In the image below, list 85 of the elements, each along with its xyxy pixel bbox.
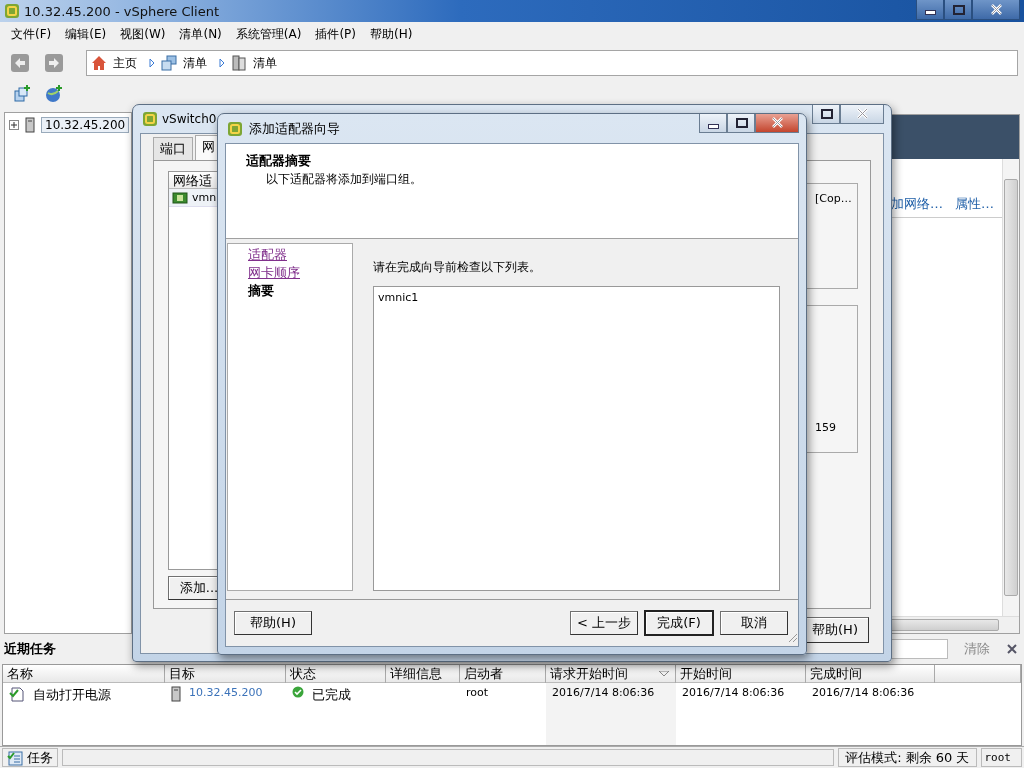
table-cell: 10.32.45.200 <box>189 686 263 699</box>
minimize-button[interactable] <box>699 114 727 133</box>
close-icon <box>769 116 785 130</box>
sort-icon[interactable] <box>659 671 669 677</box>
maximize-icon <box>818 107 834 121</box>
minimize-button[interactable] <box>916 0 944 20</box>
close-button[interactable] <box>755 114 799 133</box>
close-button[interactable] <box>972 0 1020 20</box>
close-icon <box>988 2 1004 17</box>
page-subheading: 以下适配器将添加到端口组。 <box>265 171 423 188</box>
table-cell: 已完成 <box>312 686 351 704</box>
detail-text: [Cop… <box>815 192 852 205</box>
user-name: root <box>980 748 1022 767</box>
maximize-button[interactable] <box>812 105 840 124</box>
home-icon <box>91 55 107 71</box>
breadcrumb-item[interactable]: 清单 <box>253 54 277 72</box>
step-link[interactable]: 网卡顺序 <box>248 264 352 282</box>
chevron-icon <box>219 58 225 68</box>
close-icon[interactable] <box>1006 643 1018 655</box>
wizard-button[interactable]: 取消 <box>720 611 788 635</box>
maximize-icon <box>733 116 749 130</box>
tree-item[interactable]: 10.32.45.200 <box>41 117 130 133</box>
breadcrumb-item[interactable]: 主页 <box>113 54 137 72</box>
task-icon <box>9 686 25 702</box>
chevron-icon <box>149 58 155 68</box>
menu-item[interactable]: 系统管理(A) <box>228 25 309 43</box>
step-link[interactable]: 适配器 <box>248 246 352 264</box>
table-cell: 2016/7/14 8:06:36 <box>812 686 915 699</box>
server-icon <box>25 117 35 133</box>
list-item: vmnic1 <box>378 291 420 304</box>
menu-item[interactable]: 帮助(H) <box>363 25 420 43</box>
table-cell: 自动打开电源 <box>33 686 111 704</box>
add-globe-icon[interactable] <box>45 85 63 103</box>
column-header[interactable]: 完成时间 <box>806 665 935 683</box>
server-icon <box>171 686 181 702</box>
vertical-scrollbar[interactable] <box>1002 159 1019 616</box>
menu-item[interactable]: 清单(N) <box>172 25 229 43</box>
maximize-button[interactable] <box>727 114 755 133</box>
expand-icon[interactable] <box>9 120 19 130</box>
dialog-title: vSwitch0 <box>162 112 217 126</box>
table-cell: 2016/7/14 8:06:36 <box>552 686 655 699</box>
wizard-button[interactable]: 完成(F) <box>644 610 714 636</box>
logo-icon <box>142 111 158 127</box>
close-button[interactable] <box>840 105 884 124</box>
task-list-icon <box>7 749 23 766</box>
instruction-text: 请在完成向导前检查以下列表。 <box>373 259 542 276</box>
maximize-icon <box>950 2 966 17</box>
action-link[interactable]: 加网络… <box>891 195 943 213</box>
minimize-icon <box>707 123 719 129</box>
table-cell: root <box>466 686 489 699</box>
menu-item[interactable]: 插件(P) <box>308 25 363 43</box>
column-header[interactable]: 名称 <box>3 665 165 683</box>
column-header[interactable]: 详细信息 <box>386 665 460 683</box>
detail-text: 159 <box>815 421 836 434</box>
action-link[interactable]: 属性… <box>955 195 994 213</box>
logo-icon <box>227 120 243 137</box>
check-icon <box>292 686 304 698</box>
network-card-icon <box>172 191 188 204</box>
table-cell: 2016/7/14 8:06:36 <box>682 686 785 699</box>
add-box-icon[interactable] <box>13 85 31 103</box>
close-icon <box>854 107 870 121</box>
help-button[interactable]: 帮助(H) <box>234 611 312 635</box>
dialog-title: 添加适配器向导 <box>249 119 340 138</box>
stacked-boxes-icon <box>161 55 177 71</box>
minimize-icon <box>924 10 936 15</box>
resize-grip-icon[interactable] <box>787 632 798 643</box>
breadcrumb-item[interactable]: 清单 <box>183 54 207 72</box>
section-title: 近期任务 <box>4 640 56 658</box>
menu-item[interactable]: 编辑(E) <box>58 25 114 43</box>
server-icon <box>231 55 247 71</box>
menu-item[interactable]: 视图(W) <box>113 25 173 43</box>
tab[interactable]: 端口 <box>153 137 193 160</box>
logo-icon <box>4 3 20 19</box>
step-link[interactable]: 摘要 <box>248 282 352 300</box>
page-heading: 适配器摘要 <box>246 152 312 170</box>
column-header[interactable]: 目标 <box>165 665 286 683</box>
tasks-button[interactable]: 任务 <box>2 748 58 767</box>
license-status: 评估模式: 剩余 60 天 <box>838 748 977 767</box>
address-bar[interactable]: 主页 清单 清单 <box>86 50 1018 76</box>
column-header[interactable]: 状态 <box>286 665 386 683</box>
column-header[interactable]: 启动者 <box>460 665 546 683</box>
wizard-button[interactable]: < 上一步 <box>570 611 638 635</box>
column-header[interactable]: 开始时间 <box>676 665 806 683</box>
window-title: 10.32.45.200 - vSphere Client <box>24 3 220 19</box>
menu-item[interactable]: 文件(F) <box>4 25 59 43</box>
